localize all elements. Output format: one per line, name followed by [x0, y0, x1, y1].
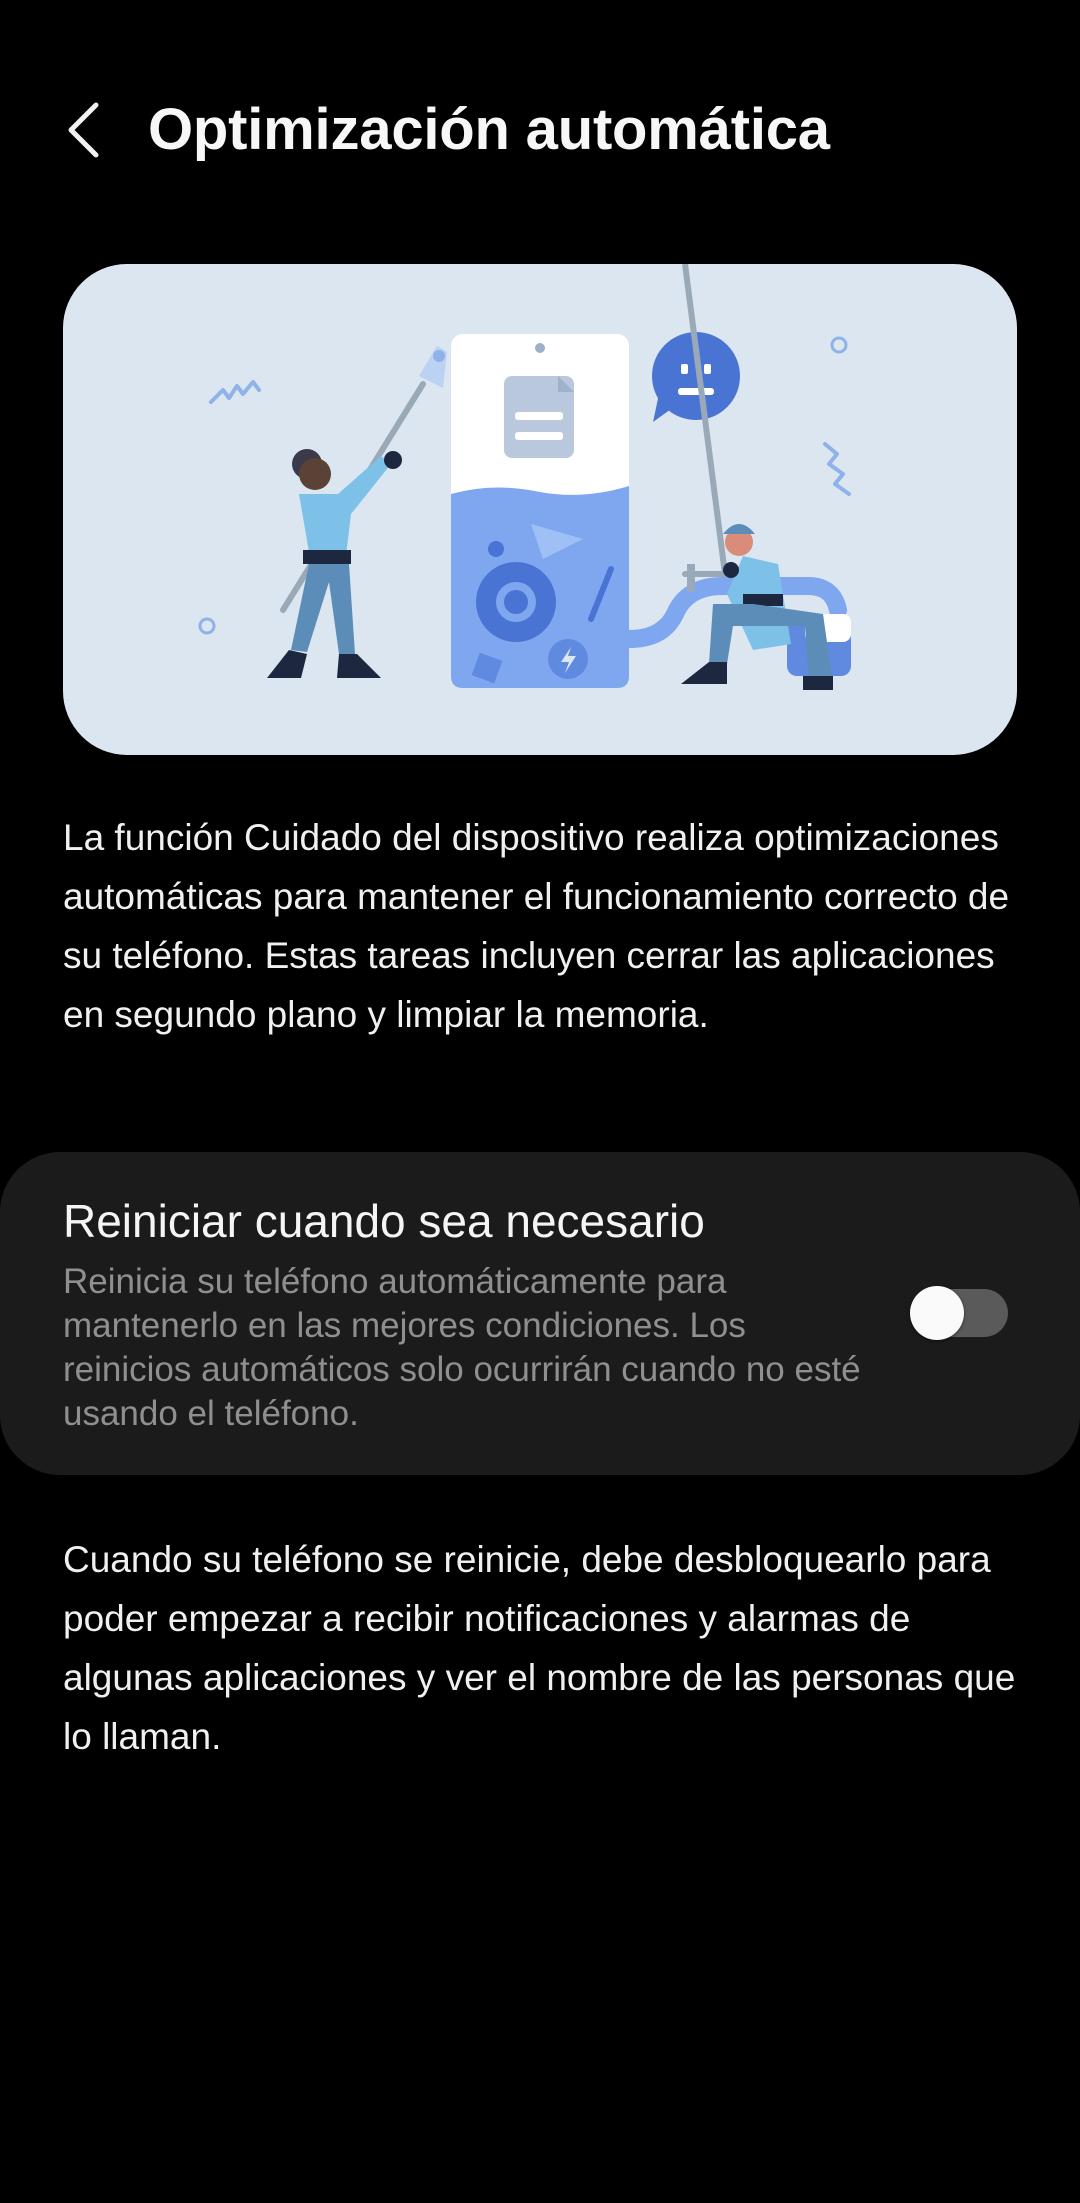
restart-note-text: Cuando su teléfono se reinicie, debe des…	[63, 1539, 1016, 1757]
illustration-artwork	[198, 264, 851, 690]
device-care-illustration	[63, 264, 1017, 755]
chevron-left-icon	[68, 102, 99, 158]
auto-restart-description: Reinicia su teléfono automáticamente par…	[63, 1262, 861, 1433]
description-text: La función Cuidado del dispositivo reali…	[63, 817, 1010, 1035]
auto-restart-toggle[interactable]	[910, 1286, 1010, 1340]
auto-restart-title: Reiniciar cuando sea necesario	[63, 1195, 705, 1247]
auto-restart-setting[interactable]: Reiniciar cuando sea necesario Reinicia …	[0, 1152, 1080, 1475]
app-header: Optimización automática	[0, 70, 1080, 190]
page-title: Optimización automática	[148, 97, 830, 162]
toggle-knob	[910, 1286, 964, 1340]
back-button[interactable]	[50, 92, 116, 168]
